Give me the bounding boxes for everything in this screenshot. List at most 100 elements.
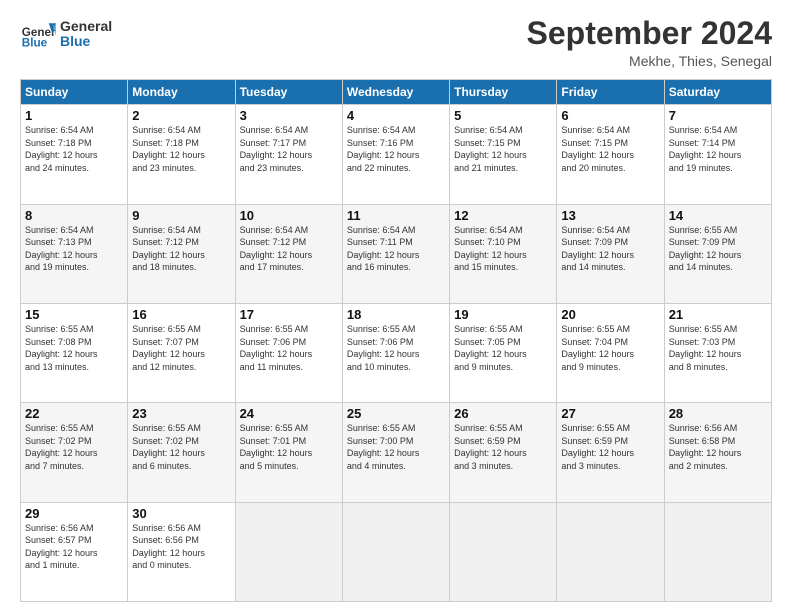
- day-of-week-header: Wednesday: [342, 80, 449, 105]
- day-number: 28: [669, 406, 767, 421]
- day-number: 21: [669, 307, 767, 322]
- calendar-cell: 16Sunrise: 6:55 AMSunset: 7:07 PMDayligh…: [128, 303, 235, 402]
- calendar-week-row: 22Sunrise: 6:55 AMSunset: 7:02 PMDayligh…: [21, 403, 772, 502]
- calendar-cell: [450, 502, 557, 601]
- day-number: 25: [347, 406, 445, 421]
- logo-general-text: General: [60, 19, 112, 34]
- calendar-cell: 8Sunrise: 6:54 AMSunset: 7:13 PMDaylight…: [21, 204, 128, 303]
- day-number: 18: [347, 307, 445, 322]
- day-number: 20: [561, 307, 659, 322]
- day-info: Sunrise: 6:54 AMSunset: 7:11 PMDaylight:…: [347, 224, 445, 274]
- day-info: Sunrise: 6:55 AMSunset: 7:09 PMDaylight:…: [669, 224, 767, 274]
- calendar-cell: 17Sunrise: 6:55 AMSunset: 7:06 PMDayligh…: [235, 303, 342, 402]
- day-number: 3: [240, 108, 338, 123]
- day-info: Sunrise: 6:54 AMSunset: 7:17 PMDaylight:…: [240, 124, 338, 174]
- day-info: Sunrise: 6:54 AMSunset: 7:13 PMDaylight:…: [25, 224, 123, 274]
- day-of-week-header: Thursday: [450, 80, 557, 105]
- day-number: 1: [25, 108, 123, 123]
- day-number: 17: [240, 307, 338, 322]
- day-number: 16: [132, 307, 230, 322]
- header: General Blue General Blue September 2024…: [20, 16, 772, 69]
- calendar-cell: 23Sunrise: 6:55 AMSunset: 7:02 PMDayligh…: [128, 403, 235, 502]
- day-info: Sunrise: 6:55 AMSunset: 7:02 PMDaylight:…: [132, 422, 230, 472]
- calendar-cell: 3Sunrise: 6:54 AMSunset: 7:17 PMDaylight…: [235, 105, 342, 204]
- day-info: Sunrise: 6:56 AMSunset: 6:58 PMDaylight:…: [669, 422, 767, 472]
- title-block: September 2024 Mekhe, Thies, Senegal: [527, 16, 772, 69]
- month-title: September 2024: [527, 16, 772, 51]
- day-number: 26: [454, 406, 552, 421]
- calendar-cell: 5Sunrise: 6:54 AMSunset: 7:15 PMDaylight…: [450, 105, 557, 204]
- day-number: 15: [25, 307, 123, 322]
- day-info: Sunrise: 6:54 AMSunset: 7:15 PMDaylight:…: [561, 124, 659, 174]
- day-info: Sunrise: 6:55 AMSunset: 7:02 PMDaylight:…: [25, 422, 123, 472]
- day-number: 23: [132, 406, 230, 421]
- day-info: Sunrise: 6:55 AMSunset: 7:07 PMDaylight:…: [132, 323, 230, 373]
- calendar-cell: 18Sunrise: 6:55 AMSunset: 7:06 PMDayligh…: [342, 303, 449, 402]
- day-number: 9: [132, 208, 230, 223]
- calendar-cell: 25Sunrise: 6:55 AMSunset: 7:00 PMDayligh…: [342, 403, 449, 502]
- day-info: Sunrise: 6:55 AMSunset: 7:06 PMDaylight:…: [347, 323, 445, 373]
- logo-blue-text: Blue: [60, 34, 112, 49]
- day-of-week-header: Sunday: [21, 80, 128, 105]
- day-info: Sunrise: 6:54 AMSunset: 7:09 PMDaylight:…: [561, 224, 659, 274]
- calendar-cell: 21Sunrise: 6:55 AMSunset: 7:03 PMDayligh…: [664, 303, 771, 402]
- calendar-cell: 30Sunrise: 6:56 AMSunset: 6:56 PMDayligh…: [128, 502, 235, 601]
- calendar-cell: 27Sunrise: 6:55 AMSunset: 6:59 PMDayligh…: [557, 403, 664, 502]
- calendar-cell: 7Sunrise: 6:54 AMSunset: 7:14 PMDaylight…: [664, 105, 771, 204]
- day-of-week-header: Monday: [128, 80, 235, 105]
- day-number: 6: [561, 108, 659, 123]
- calendar-cell: 1Sunrise: 6:54 AMSunset: 7:18 PMDaylight…: [21, 105, 128, 204]
- calendar-cell: [235, 502, 342, 601]
- day-number: 24: [240, 406, 338, 421]
- day-info: Sunrise: 6:55 AMSunset: 6:59 PMDaylight:…: [454, 422, 552, 472]
- calendar-cell: 13Sunrise: 6:54 AMSunset: 7:09 PMDayligh…: [557, 204, 664, 303]
- day-number: 12: [454, 208, 552, 223]
- day-info: Sunrise: 6:54 AMSunset: 7:12 PMDaylight:…: [240, 224, 338, 274]
- calendar-cell: 11Sunrise: 6:54 AMSunset: 7:11 PMDayligh…: [342, 204, 449, 303]
- calendar-week-row: 8Sunrise: 6:54 AMSunset: 7:13 PMDaylight…: [21, 204, 772, 303]
- day-number: 5: [454, 108, 552, 123]
- day-number: 13: [561, 208, 659, 223]
- calendar-cell: 19Sunrise: 6:55 AMSunset: 7:05 PMDayligh…: [450, 303, 557, 402]
- day-info: Sunrise: 6:54 AMSunset: 7:12 PMDaylight:…: [132, 224, 230, 274]
- calendar-cell: 20Sunrise: 6:55 AMSunset: 7:04 PMDayligh…: [557, 303, 664, 402]
- calendar-cell: 26Sunrise: 6:55 AMSunset: 6:59 PMDayligh…: [450, 403, 557, 502]
- day-number: 29: [25, 506, 123, 521]
- day-info: Sunrise: 6:54 AMSunset: 7:18 PMDaylight:…: [132, 124, 230, 174]
- day-info: Sunrise: 6:55 AMSunset: 7:03 PMDaylight:…: [669, 323, 767, 373]
- calendar-cell: 29Sunrise: 6:56 AMSunset: 6:57 PMDayligh…: [21, 502, 128, 601]
- day-info: Sunrise: 6:56 AMSunset: 6:56 PMDaylight:…: [132, 522, 230, 572]
- day-info: Sunrise: 6:54 AMSunset: 7:15 PMDaylight:…: [454, 124, 552, 174]
- day-of-week-header: Friday: [557, 80, 664, 105]
- day-number: 11: [347, 208, 445, 223]
- calendar-cell: 6Sunrise: 6:54 AMSunset: 7:15 PMDaylight…: [557, 105, 664, 204]
- day-number: 4: [347, 108, 445, 123]
- days-of-week-row: SundayMondayTuesdayWednesdayThursdayFrid…: [21, 80, 772, 105]
- day-info: Sunrise: 6:55 AMSunset: 6:59 PMDaylight:…: [561, 422, 659, 472]
- calendar-cell: 22Sunrise: 6:55 AMSunset: 7:02 PMDayligh…: [21, 403, 128, 502]
- calendar: SundayMondayTuesdayWednesdayThursdayFrid…: [20, 79, 772, 602]
- calendar-cell: 15Sunrise: 6:55 AMSunset: 7:08 PMDayligh…: [21, 303, 128, 402]
- calendar-cell: 14Sunrise: 6:55 AMSunset: 7:09 PMDayligh…: [664, 204, 771, 303]
- calendar-cell: 10Sunrise: 6:54 AMSunset: 7:12 PMDayligh…: [235, 204, 342, 303]
- day-info: Sunrise: 6:55 AMSunset: 7:04 PMDaylight:…: [561, 323, 659, 373]
- day-info: Sunrise: 6:55 AMSunset: 7:06 PMDaylight:…: [240, 323, 338, 373]
- day-info: Sunrise: 6:55 AMSunset: 7:08 PMDaylight:…: [25, 323, 123, 373]
- day-number: 22: [25, 406, 123, 421]
- day-info: Sunrise: 6:54 AMSunset: 7:10 PMDaylight:…: [454, 224, 552, 274]
- svg-text:Blue: Blue: [22, 37, 48, 50]
- day-number: 19: [454, 307, 552, 322]
- location-subtitle: Mekhe, Thies, Senegal: [527, 53, 772, 69]
- day-info: Sunrise: 6:54 AMSunset: 7:18 PMDaylight:…: [25, 124, 123, 174]
- day-info: Sunrise: 6:54 AMSunset: 7:14 PMDaylight:…: [669, 124, 767, 174]
- logo-icon: General Blue: [20, 16, 56, 52]
- calendar-week-row: 29Sunrise: 6:56 AMSunset: 6:57 PMDayligh…: [21, 502, 772, 601]
- day-of-week-header: Saturday: [664, 80, 771, 105]
- day-info: Sunrise: 6:55 AMSunset: 7:00 PMDaylight:…: [347, 422, 445, 472]
- calendar-cell: 28Sunrise: 6:56 AMSunset: 6:58 PMDayligh…: [664, 403, 771, 502]
- calendar-cell: 12Sunrise: 6:54 AMSunset: 7:10 PMDayligh…: [450, 204, 557, 303]
- calendar-cell: [557, 502, 664, 601]
- day-number: 14: [669, 208, 767, 223]
- calendar-week-row: 15Sunrise: 6:55 AMSunset: 7:08 PMDayligh…: [21, 303, 772, 402]
- calendar-cell: 2Sunrise: 6:54 AMSunset: 7:18 PMDaylight…: [128, 105, 235, 204]
